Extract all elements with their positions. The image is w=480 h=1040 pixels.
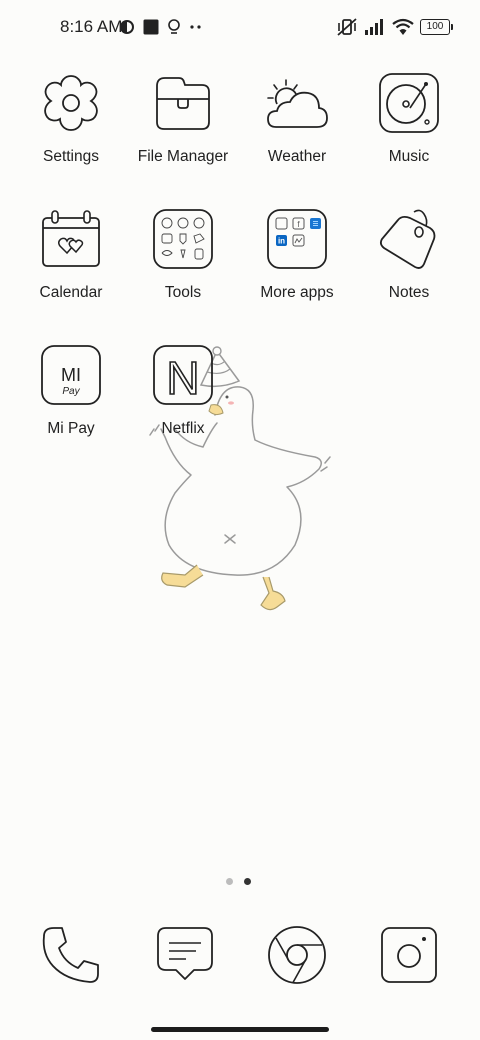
- app-label: Music: [388, 148, 430, 165]
- weather-sun-cloud-icon: [267, 79, 328, 128]
- app-more-apps[interactable]: f in More apps: [242, 208, 352, 302]
- app-label: Notes: [388, 284, 430, 301]
- page-indicator: [226, 878, 251, 885]
- app-label: Weather: [267, 148, 327, 165]
- status-time: 8:16 AM: [60, 17, 123, 36]
- home-screen: 8:16 AM 100 Settings File Manager Weathe…: [0, 0, 480, 1040]
- calendar-hearts-icon: [42, 210, 100, 267]
- mi-pay-mi-text: MI: [61, 365, 81, 385]
- tag-icon: [379, 209, 436, 269]
- more-apps-folder-icon: f in: [267, 209, 327, 269]
- gear-flower-icon: [44, 75, 98, 131]
- netflix-icon: N: [153, 345, 213, 405]
- app-notes[interactable]: Notes: [354, 208, 464, 302]
- page-dot-2-active[interactable]: [244, 878, 251, 885]
- status-bar: 8:16 AM 100: [0, 0, 480, 56]
- mi-pay-pay-text: Pay: [62, 386, 80, 397]
- mi-pay-icon: MI Pay: [41, 345, 101, 405]
- wifi-icon: [392, 18, 414, 35]
- netflix-letter: N: [166, 352, 199, 404]
- home-indicator[interactable]: [151, 1027, 329, 1032]
- app-label: Netflix: [161, 420, 205, 437]
- more-dots-icon: [190, 25, 201, 29]
- status-left-icons: [119, 17, 203, 37]
- app-mi-pay[interactable]: MI Pay Mi Pay: [16, 344, 126, 438]
- tools-folder-icon: [153, 209, 213, 269]
- app-calendar[interactable]: Calendar: [16, 208, 126, 302]
- app-music[interactable]: Music: [354, 72, 464, 166]
- status-right-icons: 100: [336, 15, 453, 39]
- app-file-manager[interactable]: File Manager: [128, 72, 238, 166]
- app-settings[interactable]: Settings: [16, 72, 126, 166]
- app-tools[interactable]: Tools: [128, 208, 238, 302]
- browser-icon[interactable]: [266, 924, 328, 986]
- app-label: Calendar: [39, 284, 103, 301]
- bulb-icon: [168, 19, 180, 34]
- phone-icon[interactable]: [40, 924, 102, 986]
- app-netflix[interactable]: N Netflix: [128, 344, 238, 438]
- battery-icon: 100: [420, 19, 453, 35]
- page-dot-1[interactable]: [226, 878, 233, 885]
- app-label: Tools: [164, 284, 202, 301]
- message-icon[interactable]: [154, 924, 216, 986]
- app-label: More apps: [260, 284, 334, 301]
- camera-icon[interactable]: [378, 924, 440, 986]
- app-label: Mi Pay: [47, 420, 95, 437]
- app-label: Settings: [42, 148, 99, 165]
- folder-icon: [156, 77, 210, 130]
- svg-text:in: in: [278, 237, 285, 246]
- vibrate-off-icon: [337, 18, 357, 36]
- app-label: File Manager: [137, 148, 229, 165]
- data-saver-icon: [120, 20, 134, 34]
- record-player-icon: [379, 73, 439, 133]
- app-weather[interactable]: Weather: [242, 72, 352, 166]
- signal-icon: [365, 19, 383, 35]
- app-square-icon: [143, 19, 159, 35]
